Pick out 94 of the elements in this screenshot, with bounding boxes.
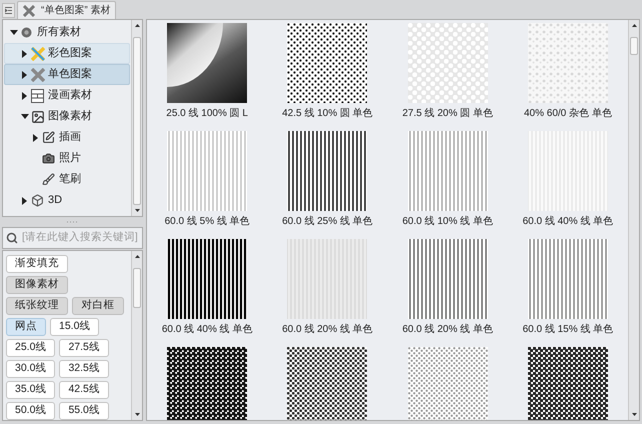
scrollbar[interactable] — [628, 20, 639, 420]
tone-swatch[interactable] — [528, 239, 608, 319]
material-tab[interactable]: “单色图案” 素材 — [17, 1, 116, 19]
tree-label: 图像素材 — [48, 108, 92, 124]
pen-icon — [42, 131, 55, 144]
tag-button[interactable]: 30.0线 — [6, 360, 56, 378]
material-caption: 42.5 线 10% 圆 单色 — [282, 106, 373, 121]
tag-button[interactable]: 35.0线 — [6, 381, 56, 399]
collapsed-arrow-icon[interactable] — [33, 134, 38, 142]
scroll-thumb[interactable] — [630, 37, 638, 55]
tone-swatch[interactable] — [287, 23, 368, 103]
tag-button[interactable]: 对白框 — [72, 297, 124, 315]
tag-button[interactable]: 27.5线 — [59, 339, 109, 357]
tag-button[interactable]: 50.0线 — [6, 402, 56, 420]
tree-item[interactable]: 照片 — [4, 148, 130, 169]
collapsed-arrow-icon[interactable] — [22, 92, 27, 100]
tag-button[interactable]: 15.0线 — [50, 318, 100, 336]
tone-swatch[interactable] — [167, 347, 248, 420]
scroll-down-icon[interactable] — [134, 413, 140, 416]
cross-icon — [30, 68, 44, 82]
tree-label: 单色图案 — [48, 66, 92, 82]
tree-label: 彩色图案 — [48, 46, 92, 62]
tone-swatch[interactable] — [408, 239, 488, 319]
search-field[interactable]: [请在此键入搜索关键词] — [2, 227, 143, 249]
tab-title: “单色图案” 素材 — [41, 4, 110, 18]
scroll-down-icon[interactable] — [134, 209, 140, 212]
material-caption: 60.0 线 20% 线 单色 — [282, 322, 373, 337]
tone-swatch[interactable] — [287, 131, 368, 211]
tree-item[interactable]: 所有素材 — [4, 22, 130, 43]
tree-item[interactable]: 插画 — [4, 127, 130, 148]
tone-swatch[interactable] — [408, 347, 488, 420]
tone-swatch[interactable] — [167, 131, 248, 211]
collapsed-arrow-icon[interactable] — [22, 70, 27, 78]
material-caption: 25.0 线 100% 圆 L — [166, 106, 248, 121]
scrollbar[interactable] — [131, 251, 142, 420]
tone-swatch[interactable] — [408, 131, 488, 211]
material-caption: 60.0 线 40% 线 单色 — [162, 322, 252, 337]
tree-item[interactable]: 笔刷 — [4, 169, 130, 190]
image-icon — [30, 110, 44, 124]
material-caption: 27.5 线 20% 圆 单色 — [402, 106, 493, 121]
tag-button[interactable]: 图像素材 — [6, 276, 68, 294]
tree-item[interactable]: 漫画素材 — [4, 85, 130, 106]
disc-icon — [21, 27, 32, 38]
tag-button[interactable]: 纸张纹理 — [6, 297, 68, 315]
scroll-thumb[interactable] — [133, 268, 141, 308]
scrollbar[interactable] — [131, 20, 142, 216]
expanded-arrow-icon[interactable] — [10, 30, 18, 35]
tone-swatch[interactable] — [528, 347, 608, 420]
scroll-up-icon[interactable] — [134, 24, 140, 27]
cross-icon — [30, 46, 44, 60]
tag-button[interactable]: 42.5线 — [59, 381, 109, 399]
tone-swatch[interactable] — [167, 239, 248, 319]
scroll-down-icon[interactable] — [632, 413, 636, 416]
material-caption: 40% 60/0 杂色 单色 — [524, 106, 612, 121]
scroll-thumb[interactable] — [133, 37, 141, 205]
tone-swatch[interactable] — [408, 23, 488, 103]
collapsed-arrow-icon[interactable] — [22, 50, 27, 58]
tag-button[interactable]: 55.0线 — [59, 402, 109, 420]
tone-swatch[interactable] — [287, 239, 368, 319]
tree-label: 插画 — [59, 130, 81, 146]
tree-label: 所有素材 — [37, 24, 81, 40]
tree-item[interactable]: 单色图案 — [4, 64, 130, 85]
scroll-up-icon[interactable] — [134, 255, 140, 258]
tree-label: 笔刷 — [59, 172, 81, 188]
tag-button[interactable]: 网点 — [6, 318, 46, 336]
brush-icon — [42, 173, 55, 186]
tone-swatch[interactable] — [528, 23, 608, 103]
tag-button[interactable]: 25.0线 — [6, 339, 56, 357]
material-caption: 60.0 线 10% 线 单色 — [402, 214, 493, 229]
cross-icon — [23, 4, 35, 16]
tag-button[interactable]: 渐变填充 — [6, 255, 68, 273]
tree-label: 漫画素材 — [48, 88, 92, 104]
material-caption: 60.0 线 25% 线 单色 — [282, 214, 373, 229]
tone-swatch[interactable] — [167, 23, 248, 103]
material-caption: 60.0 线 40% 线 单色 — [522, 214, 614, 229]
tone-swatch[interactable] — [287, 347, 368, 420]
search-icon — [6, 232, 18, 244]
panel-menu-button[interactable] — [2, 3, 15, 18]
panels-icon — [31, 88, 44, 102]
tree-item[interactable]: 3D — [4, 190, 130, 211]
tree-label: 照片 — [59, 151, 81, 166]
material-caption: 60.0 线 20% 线 单色 — [402, 322, 493, 337]
cube-icon — [31, 194, 44, 207]
collapsed-arrow-icon[interactable] — [22, 196, 27, 204]
scroll-up-icon[interactable] — [632, 24, 636, 27]
material-caption: 60.0 线 15% 线 单色 — [522, 322, 614, 337]
expanded-arrow-icon[interactable] — [20, 114, 28, 119]
tree-item[interactable]: 彩色图案 — [4, 43, 130, 64]
camera-icon — [42, 152, 55, 165]
tag-button[interactable]: 32.5线 — [59, 360, 109, 378]
tree-label: 3D — [48, 193, 62, 208]
panel-menu-icon — [5, 7, 12, 14]
material-caption: 60.0 线 5% 线 单色 — [164, 214, 250, 229]
tree-item[interactable]: 图像素材 — [4, 106, 130, 127]
